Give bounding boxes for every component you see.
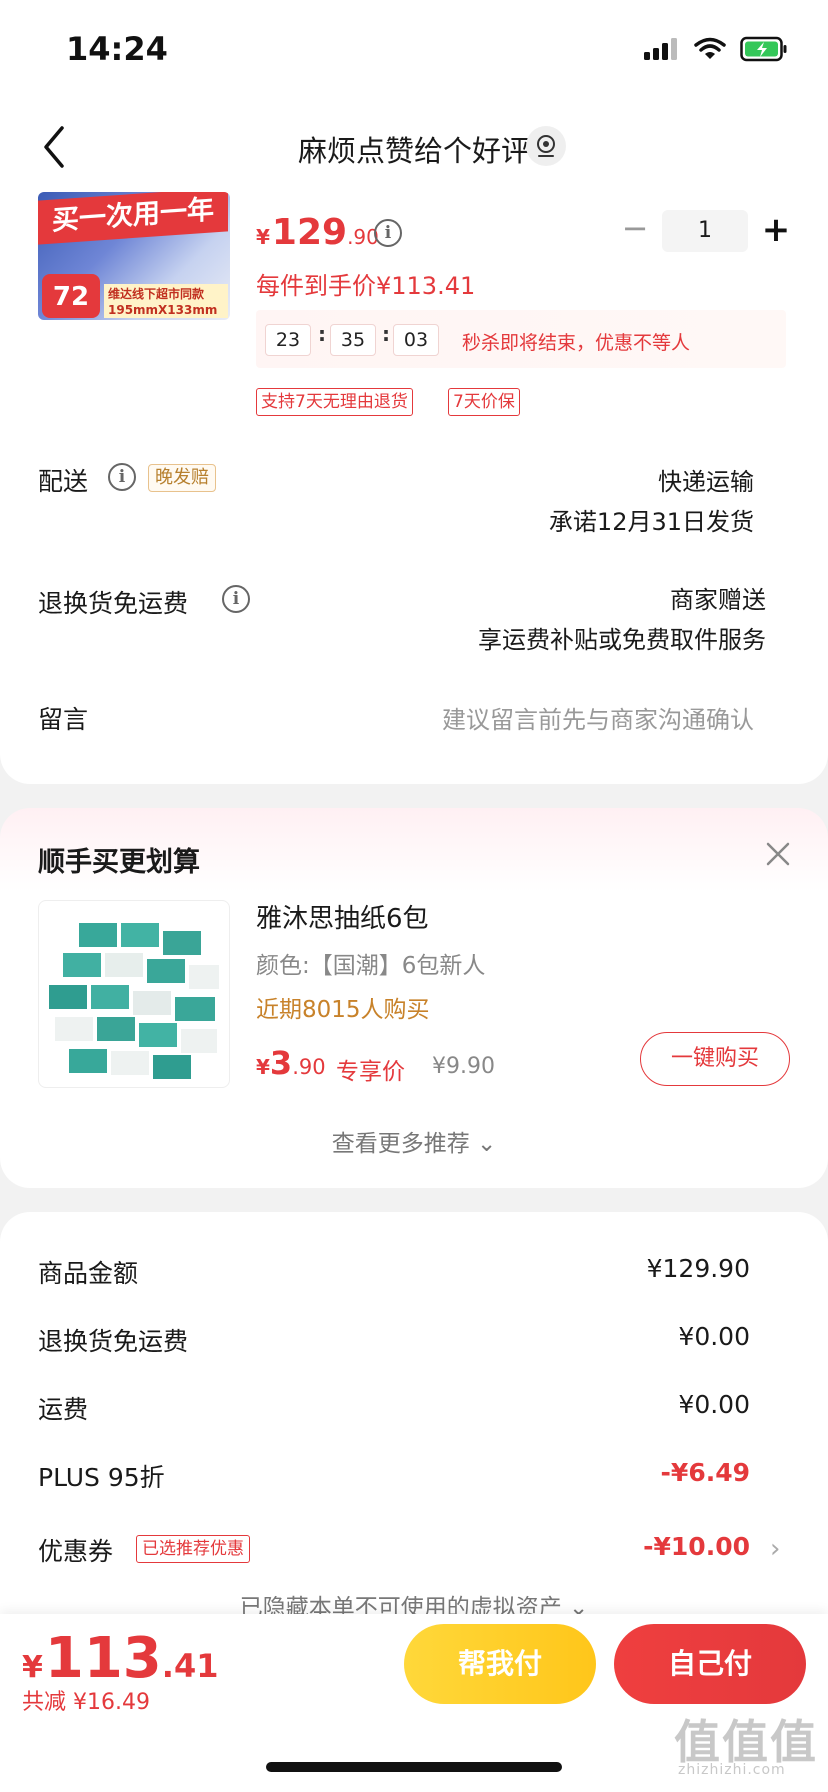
coupon-label[interactable]: 优惠券 bbox=[38, 1532, 113, 1568]
one-click-buy-button[interactable]: 一键购买 bbox=[640, 1032, 790, 1086]
product-count-badge: 72 bbox=[42, 274, 100, 318]
quantity-minus-button[interactable]: − bbox=[620, 212, 650, 244]
plus-discount-value: -¥6.49 bbox=[660, 1458, 750, 1487]
coupon-recommended-tag: 已选推荐优惠 bbox=[136, 1535, 250, 1563]
price-symbol: ¥ bbox=[256, 1055, 270, 1079]
countdown-minutes: 35 bbox=[330, 324, 376, 356]
delivery-method[interactable]: 快递运输 bbox=[658, 462, 754, 497]
quantity-value[interactable]: 1 bbox=[662, 210, 748, 252]
message-input[interactable]: 建议留言前先与商家沟通确认 bbox=[442, 700, 754, 735]
page-title: 麻烦点赞给个好评 bbox=[297, 134, 530, 168]
product-sub-line2: 195mmX133mm bbox=[108, 303, 218, 317]
returns-value-line2: 享运费补贴或免费取件服务 bbox=[478, 626, 766, 654]
goods-amount-label: 商品金额 bbox=[38, 1259, 139, 1288]
recommend-item-spec: 颜色:【国潮】6包新人 bbox=[256, 953, 486, 979]
countdown-text: 秒杀即将结束，优惠不等人 bbox=[462, 332, 691, 354]
late-compensation-badge: 晚发赔 bbox=[148, 464, 216, 492]
returns-label: 退换货免运费 bbox=[38, 589, 189, 618]
price-integer: 113 bbox=[44, 1626, 162, 1691]
product-price: ¥ 129 .90 bbox=[256, 212, 379, 253]
countdown-hours: 23 bbox=[265, 324, 311, 356]
product-banner: 买一次用一年 bbox=[38, 192, 228, 245]
total-price: ¥ 113 .41 bbox=[22, 1626, 218, 1691]
price-integer: 3 bbox=[269, 1044, 293, 1082]
recommend-item-sold: 近期8015人购买 bbox=[256, 997, 430, 1023]
return-shipping-value: ¥0.00 bbox=[678, 1322, 750, 1351]
countdown-separator: : bbox=[318, 322, 326, 346]
battery-charging-icon bbox=[740, 36, 787, 62]
return-shipping-label: 退换货免运费 bbox=[38, 1327, 189, 1356]
price-info-icon[interactable]: i bbox=[374, 219, 402, 247]
signal-icon bbox=[644, 38, 677, 60]
delivery-promise: 承诺12月31日发货 bbox=[548, 508, 754, 536]
wifi-icon bbox=[694, 37, 726, 59]
close-icon[interactable] bbox=[762, 838, 794, 870]
message-label: 留言 bbox=[38, 705, 89, 734]
exclusive-price-label: 专享价 bbox=[336, 1059, 405, 1085]
price-decimal: .41 bbox=[161, 1647, 219, 1685]
price-symbol: ¥ bbox=[256, 225, 270, 249]
product-image[interactable]: 买一次用一年 72 维达线下超市同款 195mmX133mm bbox=[38, 192, 230, 320]
help-pay-button[interactable]: 帮我付 bbox=[404, 1624, 596, 1704]
product-sub-line1: 维达线下超市同款 bbox=[108, 287, 205, 301]
delivery-info-icon[interactable]: i bbox=[108, 463, 136, 491]
camera-icon[interactable] bbox=[526, 126, 566, 166]
home-indicator bbox=[266, 1762, 562, 1772]
recommend-item-name[interactable]: 雅沐思抽纸6包 bbox=[256, 898, 429, 935]
coupon-value[interactable]: -¥10.00 bbox=[643, 1532, 750, 1561]
chevron-right-icon[interactable]: › bbox=[770, 1534, 780, 1564]
price-symbol: ¥ bbox=[22, 1650, 43, 1685]
countdown-separator: : bbox=[382, 322, 390, 346]
returns-value-line1: 商家赠送 bbox=[670, 586, 766, 614]
price-integer: 129 bbox=[271, 212, 348, 253]
status-time: 14:24 bbox=[66, 30, 168, 68]
self-pay-button[interactable]: 自己付 bbox=[614, 1624, 806, 1704]
recommend-item-price: ¥ 3 .90 bbox=[256, 1044, 326, 1082]
goods-amount-value: ¥129.90 bbox=[646, 1254, 750, 1283]
price-protect-tag: 7天价保 bbox=[448, 388, 520, 416]
recommend-item-image[interactable] bbox=[38, 900, 230, 1088]
plus-discount-label: PLUS 95折 bbox=[38, 1463, 165, 1492]
price-decimal: .90 bbox=[292, 1055, 326, 1079]
original-price: ¥9.90 bbox=[432, 1054, 495, 1079]
total-saved: 共减 ¥16.49 bbox=[22, 1690, 150, 1715]
product-sub-caption: 维达线下超市同款 195mmX133mm bbox=[104, 284, 228, 318]
per-item-price: 每件到手价¥113.41 bbox=[256, 272, 476, 300]
status-icons bbox=[644, 36, 788, 62]
returns-info-icon[interactable]: i bbox=[222, 585, 250, 613]
return-policy-tag: 支持7天无理由退货 bbox=[256, 388, 413, 416]
order-top-card bbox=[0, 0, 828, 784]
watermark-url: zhizhizhi.com bbox=[678, 1762, 786, 1778]
shipping-fee-label: 运费 bbox=[38, 1395, 89, 1424]
quantity-plus-button[interactable]: + bbox=[760, 210, 792, 250]
delivery-label: 配送 bbox=[38, 467, 89, 496]
countdown-seconds: 03 bbox=[393, 324, 439, 356]
more-recommendations-link[interactable]: 查看更多推荐 ⌄ bbox=[0, 1124, 828, 1158]
shipping-fee-value: ¥0.00 bbox=[678, 1390, 750, 1419]
recommend-title: 顺手买更划算 bbox=[38, 847, 200, 878]
